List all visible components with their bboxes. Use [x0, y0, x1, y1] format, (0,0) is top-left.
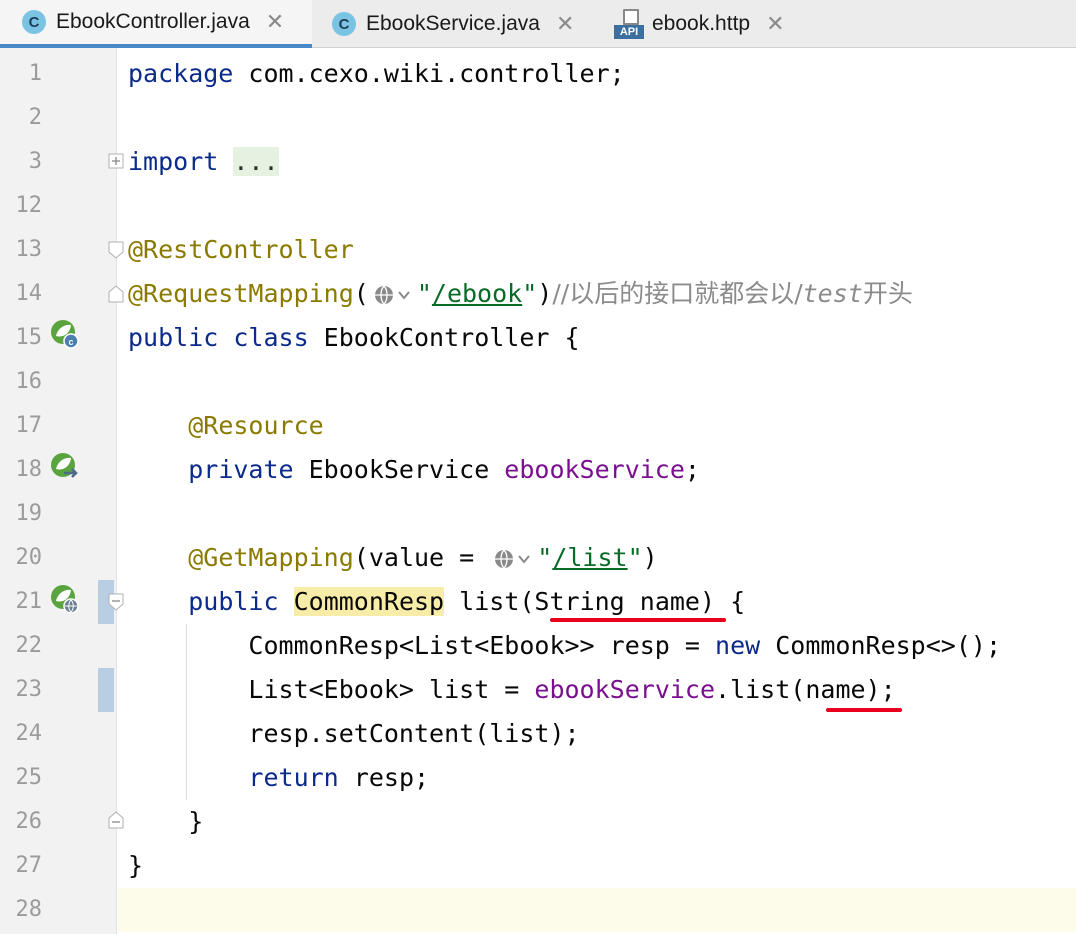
close-icon[interactable]: ✕ — [266, 10, 284, 35]
line-number: 19 — [15, 501, 43, 526]
line-number: 22 — [15, 633, 43, 658]
tab-ebook-service[interactable]: C EbookService.java ✕ — [312, 0, 600, 48]
line-number: 2 — [28, 105, 42, 130]
red-underline-annotation — [826, 708, 902, 712]
tab-label: EbookController.java — [56, 10, 250, 33]
red-underline-annotation — [550, 618, 726, 622]
code-line-27[interactable]: } — [128, 844, 143, 888]
code-line-24[interactable]: resp.setContent(list); — [128, 712, 579, 756]
code-line-3[interactable]: import ... — [128, 140, 279, 184]
url-link[interactable]: /list — [552, 543, 627, 572]
code-line-15[interactable]: public class EbookController { — [128, 316, 580, 360]
editor-tab-bar: C EbookController.java ✕ C EbookService.… — [0, 0, 1076, 48]
code-line-13[interactable]: @RestController — [128, 228, 354, 272]
line-number: 27 — [15, 853, 43, 878]
line-number: 24 — [15, 721, 43, 746]
spring-inject-icon[interactable] — [50, 452, 80, 482]
code-line-20[interactable]: @GetMapping(value = "/list") — [128, 536, 658, 580]
code-editor[interactable]: package com.cexo.wiki.controller; import… — [118, 48, 1076, 934]
request-mapping-icon[interactable] — [50, 584, 80, 614]
code-line-18[interactable]: private EbookService ebookService; — [128, 448, 700, 492]
line-number: 28 — [15, 897, 43, 922]
line-number: 25 — [15, 765, 43, 790]
line-number: 14 — [15, 281, 43, 306]
code-line-14[interactable]: @RequestMapping("/ebook")//以后的接口就都会以/tes… — [128, 272, 913, 316]
tab-ebook-http[interactable]: API ebook.http ✕ — [600, 0, 820, 48]
line-number: 15 — [15, 325, 43, 350]
line-number: 20 — [15, 545, 43, 570]
close-icon[interactable]: ✕ — [766, 12, 784, 37]
current-line-highlight — [118, 888, 1076, 932]
code-line-17[interactable]: @Resource — [128, 404, 323, 448]
vcs-change-marker[interactable] — [98, 668, 114, 712]
highlighted-type[interactable]: CommonResp — [293, 587, 445, 616]
line-number: 12 — [15, 193, 43, 218]
globe-icon[interactable] — [491, 546, 535, 572]
line-number: 17 — [15, 413, 43, 438]
folded-imports[interactable]: ... — [233, 147, 279, 176]
close-icon[interactable]: ✕ — [556, 12, 574, 37]
line-number: 26 — [15, 809, 43, 834]
class-icon: C — [332, 12, 356, 36]
line-number: 13 — [15, 237, 43, 262]
tab-label: ebook.http — [652, 12, 751, 35]
line-number: 18 — [15, 457, 43, 482]
code-line-25[interactable]: return resp; — [128, 756, 429, 800]
line-number: 1 — [28, 61, 42, 86]
line-number: 3 — [28, 149, 42, 174]
line-number: 16 — [15, 369, 43, 394]
url-link[interactable]: /ebook — [432, 279, 522, 308]
code-line-23[interactable]: List<Ebook> list = ebookService.list(nam… — [128, 668, 895, 712]
class-icon: C — [22, 10, 46, 34]
code-line-22[interactable]: CommonResp<List<Ebook>> resp = new Commo… — [128, 624, 1001, 668]
api-icon: API — [614, 9, 644, 39]
line-number: 21 — [15, 589, 43, 614]
tab-label: EbookService.java — [366, 12, 540, 35]
line-number: 23 — [15, 677, 43, 702]
code-line-1[interactable]: package com.cexo.wiki.controller; — [128, 52, 625, 96]
code-line-26[interactable]: } — [128, 800, 203, 844]
spring-bean-icon[interactable]: c — [50, 319, 80, 349]
tab-ebook-controller[interactable]: C EbookController.java ✕ — [0, 0, 312, 48]
globe-icon[interactable] — [371, 282, 415, 308]
svg-text:c: c — [68, 337, 73, 347]
editor-gutter: 1 2 3 12 13 14 15 16 17 18 19 20 21 22 2… — [0, 48, 124, 934]
